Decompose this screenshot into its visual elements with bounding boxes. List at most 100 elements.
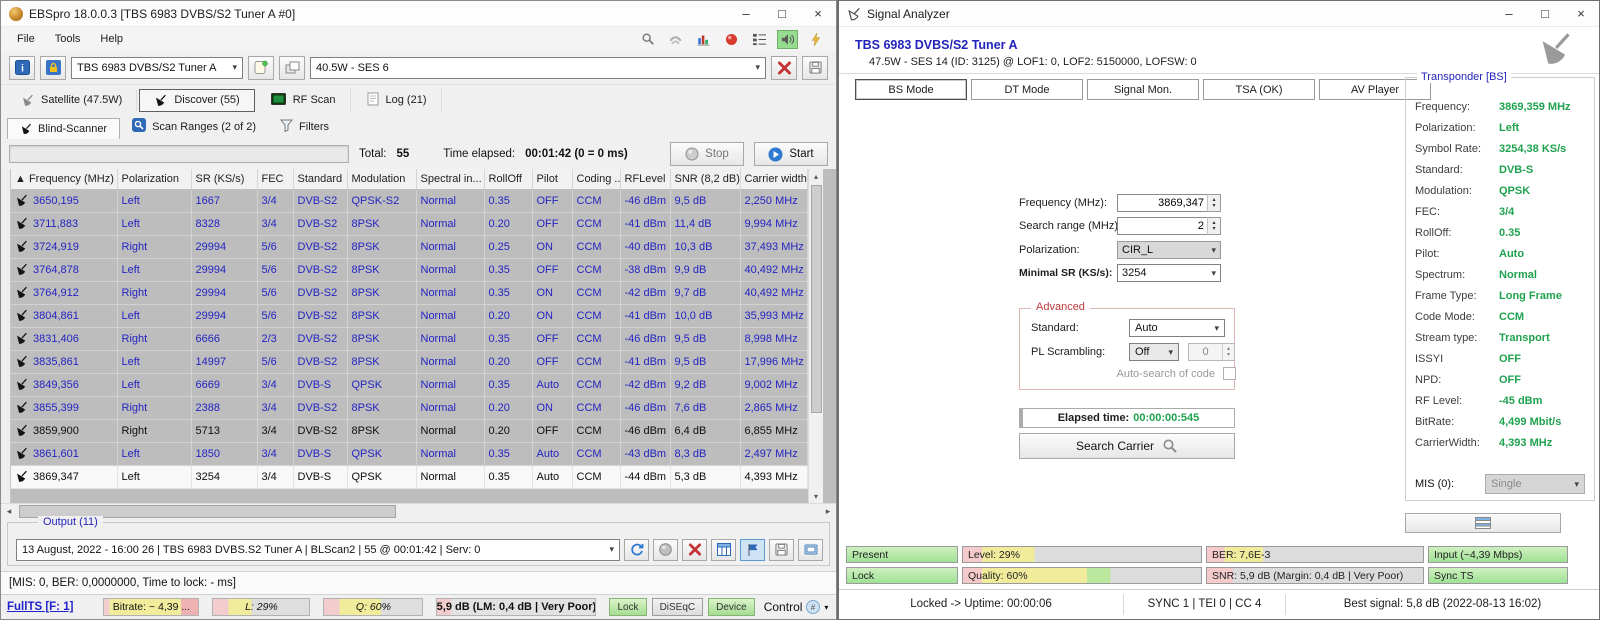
save-output-button[interactable] [769, 539, 794, 561]
scroll-down-icon[interactable]: ▾ [809, 489, 823, 503]
lock-status-button[interactable]: Lock [609, 598, 646, 616]
minimize-button[interactable]: – [1491, 1, 1527, 26]
sphere-button[interactable] [653, 539, 678, 561]
vertical-scrollbar[interactable]: ▴ ▾ [808, 169, 823, 503]
capture-button[interactable] [798, 539, 823, 561]
satellite-select[interactable]: 40.5W - SES 6 ▾ [310, 57, 766, 79]
tab-satellite[interactable]: Satellite (47.5W) [7, 90, 137, 111]
close-button[interactable]: × [800, 1, 836, 26]
note-button[interactable] [248, 56, 274, 80]
tab-dt-mode[interactable]: DT Mode [971, 79, 1083, 100]
tab-tsa[interactable]: TSA (OK) [1203, 79, 1315, 100]
panel-splitter[interactable] [1, 169, 11, 503]
table-row[interactable]: 3724,919 Right 29994 5/6 DVB-S2 8PSK Nor… [11, 235, 808, 258]
column-header[interactable]: Pilot [532, 169, 572, 189]
table-row[interactable]: 3804,861 Left 29994 5/6 DVB-S2 8PSK Norm… [11, 304, 808, 327]
control-menu[interactable]: Control # ▾ [764, 600, 829, 614]
radar-icon[interactable] [665, 30, 686, 49]
chart-icon[interactable] [693, 30, 714, 49]
table-row[interactable]: 3764,878 Left 29994 5/6 DVB-S2 8PSK Norm… [11, 258, 808, 281]
table-row[interactable]: 3764,912 Right 29994 5/6 DVB-S2 8PSK Nor… [11, 281, 808, 304]
lock-button[interactable] [40, 56, 66, 80]
save-button[interactable] [802, 56, 828, 80]
tab-filters[interactable]: Filters [268, 115, 341, 139]
tab-rf-scan[interactable]: RF Scan [257, 89, 351, 112]
tab-scan-ranges[interactable]: Scan Ranges (2 of 2) [120, 114, 268, 139]
pl-code-stepper[interactable]: 0 ▴▾ [1188, 343, 1235, 361]
minimal-sr-select[interactable]: 3254 ▾ [1117, 264, 1221, 282]
table-row[interactable]: 3855,399 Right 2388 3/4 DVB-S2 8PSK Norm… [11, 396, 808, 419]
menu-file[interactable]: File [7, 33, 45, 45]
stream-window-button[interactable] [1405, 513, 1561, 533]
satellite-dish-icon [15, 424, 28, 437]
tab-blind-scanner[interactable]: Blind-Scanner [7, 118, 120, 139]
search-carrier-button[interactable]: Search Carrier [1019, 433, 1235, 459]
grid-view-button[interactable] [711, 539, 736, 561]
column-header[interactable]: Polarization [117, 169, 191, 189]
record-icon[interactable] [721, 30, 742, 49]
maximize-button[interactable]: □ [764, 1, 800, 26]
diseqc-button[interactable]: DiSEqC [652, 598, 704, 616]
tuner-select[interactable]: TBS 6983 DVBS/S2 Tuner A ▾ [71, 57, 243, 79]
speaker-icon[interactable] [777, 30, 798, 49]
delete-output-button[interactable] [682, 539, 707, 561]
tab-signal-mon[interactable]: Signal Mon. [1087, 79, 1199, 100]
info-button[interactable]: i [9, 56, 35, 80]
mis-select[interactable]: Single ▾ [1485, 474, 1585, 494]
pl-scrambling-select[interactable]: Off ▾ [1129, 343, 1179, 361]
maximize-button[interactable]: □ [1527, 1, 1563, 26]
frequency-input[interactable] [1117, 194, 1221, 212]
scroll-right-icon[interactable]: ▸ [820, 504, 836, 519]
column-header[interactable]: SR (KS/s) [191, 169, 257, 189]
table-row[interactable]: 3869,347 Left 3254 3/4 DVB-S QPSK Normal… [11, 465, 808, 488]
tab-bs-mode[interactable]: BS Mode [855, 79, 967, 100]
search-icon[interactable] [637, 30, 658, 49]
column-header[interactable]: Carrier width [740, 169, 808, 189]
search-range-stepper[interactable]: ▴▾ [1207, 217, 1221, 235]
flag-button[interactable] [740, 539, 765, 561]
output-select[interactable]: 13 August, 2022 - 16:00 26 | TBS 6983 DV… [16, 539, 620, 561]
table-row[interactable]: 3831,406 Right 6666 2/3 DVB-S2 8PSK Norm… [11, 327, 808, 350]
close-button[interactable]: × [1563, 1, 1599, 26]
search-range-input[interactable] [1117, 217, 1221, 235]
column-header[interactable]: Modulation [347, 169, 416, 189]
table-row[interactable]: 3849,356 Left 6669 3/4 DVB-S QPSK Normal… [11, 373, 808, 396]
column-header[interactable]: RFLevel [620, 169, 670, 189]
column-header[interactable]: FEC [257, 169, 293, 189]
refresh-button[interactable] [624, 539, 649, 561]
table-row[interactable]: 3835,861 Left 14997 5/6 DVB-S2 8PSK Norm… [11, 350, 808, 373]
menu-help[interactable]: Help [90, 33, 133, 45]
transfer-button[interactable] [279, 56, 305, 80]
column-header[interactable]: Standard [293, 169, 347, 189]
column-header[interactable]: Spectral in... [416, 169, 484, 189]
device-button[interactable]: Device [708, 598, 755, 616]
minimize-button[interactable]: – [728, 1, 764, 26]
auto-search-checkbox[interactable] [1223, 367, 1236, 380]
horizontal-scrollbar[interactable]: ◂ ▸ [1, 503, 836, 519]
column-header[interactable]: Coding ... [572, 169, 620, 189]
column-header[interactable]: SNR (8,2 dB) [670, 169, 740, 189]
lightning-icon[interactable] [805, 30, 826, 49]
standard-select[interactable]: Auto ▾ [1129, 319, 1225, 337]
transponder-field: CarrierWidth: 4,393 MHz [1406, 432, 1594, 453]
list-icon[interactable] [749, 30, 770, 49]
tab-log[interactable]: Log (21) [353, 88, 442, 113]
scroll-up-icon[interactable]: ▴ [809, 169, 823, 183]
delete-satellite-button[interactable] [771, 56, 797, 80]
start-button[interactable]: Start [754, 142, 828, 166]
snr-indicator: 5,9 dB (LM: 0,4 dB | Very Poor) [436, 598, 596, 616]
column-header[interactable]: ▲ Frequency (MHz) [11, 169, 117, 189]
frequency-stepper[interactable]: ▴▾ [1207, 194, 1221, 212]
column-header[interactable]: RollOff [484, 169, 532, 189]
fullts-link[interactable]: FullTS [F: 1] [7, 601, 73, 613]
scrollbar-thumb[interactable] [811, 185, 822, 413]
tab-discover[interactable]: Discover (55) [139, 89, 254, 112]
table-row[interactable]: 3711,883 Left 8328 3/4 DVB-S2 8PSK Norma… [11, 212, 808, 235]
menu-tools[interactable]: Tools [45, 33, 91, 45]
table-row[interactable]: 3861,601 Left 1850 3/4 DVB-S QPSK Normal… [11, 442, 808, 465]
table-row[interactable]: 3650,195 Left 1667 3/4 DVB-S2 QPSK-S2 No… [11, 189, 808, 212]
stop-button[interactable]: Stop [670, 142, 744, 166]
polarization-select[interactable]: CIR_L ▾ [1117, 241, 1221, 259]
scroll-left-icon[interactable]: ◂ [1, 504, 17, 519]
table-row[interactable]: 3859,900 Right 5713 3/4 DVB-S2 8PSK Norm… [11, 419, 808, 442]
